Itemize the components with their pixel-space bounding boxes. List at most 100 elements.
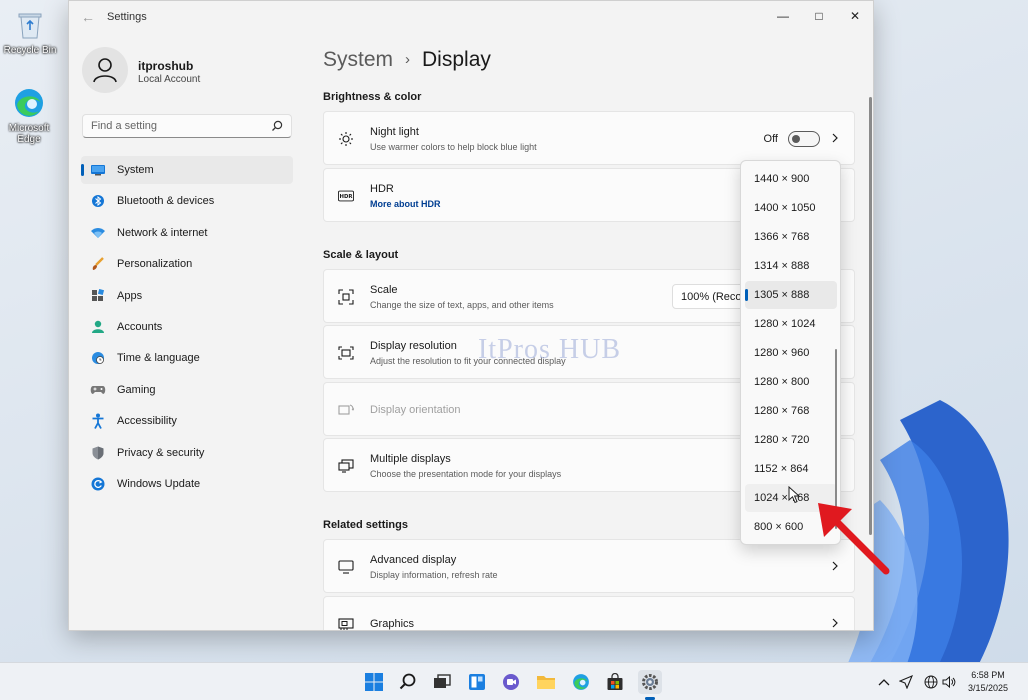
- sidebar-item-label: Bluetooth & devices: [117, 195, 215, 208]
- monitor-icon: [90, 162, 106, 178]
- resolution-option[interactable]: 1280 × 1024: [745, 310, 837, 338]
- edge-icon: [12, 86, 46, 120]
- globe-icon[interactable]: [923, 674, 939, 690]
- resolution-option[interactable]: 1314 × 888: [745, 252, 837, 280]
- volume-icon[interactable]: [941, 674, 957, 690]
- desktop-icon-edge[interactable]: Microsoft Edge: [0, 86, 58, 145]
- chevron-up-icon[interactable]: [876, 674, 892, 690]
- red-arrow-annotation-icon: [818, 503, 890, 575]
- sidebar-item-accounts[interactable]: Accounts: [81, 313, 293, 341]
- back-arrow-icon[interactable]: ←: [81, 9, 97, 25]
- graphics-card-icon: [338, 616, 354, 630]
- sidebar-item-label: Windows Update: [117, 477, 201, 490]
- chevron-right-icon[interactable]: [830, 617, 840, 629]
- sidebar-item-gaming[interactable]: Gaming: [81, 376, 293, 404]
- chat-icon[interactable]: [499, 670, 523, 694]
- apps-icon: [90, 288, 106, 304]
- resolution-option[interactable]: 1440 × 900: [745, 165, 837, 193]
- widgets-icon[interactable]: [465, 670, 489, 694]
- hdr-icon: HDR: [338, 188, 354, 204]
- close-button[interactable]: ✕: [837, 1, 873, 31]
- sidebar-item-label: System: [117, 164, 154, 176]
- store-icon[interactable]: [603, 670, 627, 694]
- accessibility-icon: [90, 413, 106, 430]
- sidebar-item-label: Time & language: [117, 352, 200, 365]
- sidebar-item-time-language[interactable]: Time & language: [81, 344, 293, 372]
- window-title: Settings: [107, 11, 147, 23]
- brightness-icon: [338, 131, 354, 147]
- card-title: Graphics: [370, 618, 415, 630]
- task-view-icon[interactable]: [430, 670, 454, 694]
- wifi-icon: [90, 225, 106, 241]
- breadcrumb-parent[interactable]: System: [323, 48, 393, 71]
- user-profile[interactable]: itproshub Local Account: [82, 47, 200, 93]
- file-explorer-icon[interactable]: [534, 670, 558, 694]
- night-light-toggle[interactable]: [788, 131, 820, 147]
- card-subtitle: Use warmer colors to help block blue lig…: [370, 142, 537, 152]
- resolution-option[interactable]: 1366 × 768: [745, 223, 837, 251]
- sidebar-item-label: Gaming: [117, 383, 156, 396]
- resolution-option[interactable]: 1280 × 800: [745, 368, 837, 396]
- desktop-icon-label: Recycle Bin: [3, 45, 57, 56]
- card-subtitle: Display information, refresh rate: [370, 570, 498, 580]
- resolution-option[interactable]: 1280 × 720: [745, 426, 837, 454]
- search-box: [82, 114, 292, 138]
- search-icon[interactable]: [271, 120, 283, 132]
- resolution-option[interactable]: 1280 × 768: [745, 397, 837, 425]
- sidebar-item-windows-update[interactable]: Windows Update: [81, 470, 293, 498]
- more-about-hdr-link[interactable]: More about HDR: [370, 199, 441, 209]
- maximize-button[interactable]: □: [801, 1, 837, 31]
- gamepad-icon: [90, 382, 106, 398]
- monitor-icon: [338, 559, 354, 575]
- settings-icon[interactable]: [638, 670, 662, 694]
- card-title: Multiple displays: [370, 453, 451, 465]
- desktop-icon-recycle-bin[interactable]: Recycle Bin: [0, 8, 60, 56]
- chevron-right-icon[interactable]: [830, 132, 840, 144]
- resolution-option[interactable]: 1400 × 1050: [745, 194, 837, 222]
- search-input[interactable]: [83, 115, 263, 137]
- start-icon[interactable]: [362, 670, 386, 694]
- location-icon[interactable]: [898, 674, 914, 690]
- resolution-option[interactable]: 1280 × 960: [745, 339, 837, 367]
- clock-date: 3/15/2025: [967, 683, 1009, 693]
- sidebar-item-personalization[interactable]: Personalization: [81, 250, 293, 278]
- profile-name: itproshub: [138, 59, 194, 73]
- breadcrumb-separator: ›: [405, 51, 411, 68]
- card-title: Advanced display: [370, 554, 457, 566]
- sidebar-item-network[interactable]: Network & internet: [81, 219, 293, 247]
- page-title: Display: [422, 48, 491, 71]
- section-header: Brightness & color: [323, 91, 422, 103]
- window-scrollbar[interactable]: [869, 97, 872, 535]
- sidebar-item-label: Apps: [117, 289, 143, 302]
- resolution-icon: [338, 345, 354, 361]
- search-icon[interactable]: [396, 670, 420, 694]
- sidebar-item-system[interactable]: System: [81, 156, 293, 184]
- card-subtitle: Change the size of text, apps, and other…: [370, 300, 554, 310]
- person-icon: [90, 319, 106, 335]
- card-title: Scale: [370, 284, 398, 296]
- edge-icon[interactable]: [569, 670, 593, 694]
- toggle-knob: [792, 135, 800, 143]
- sidebar-item-apps[interactable]: Apps: [81, 282, 293, 310]
- night-light-card[interactable]: Night light Use warmer colors to help bl…: [323, 111, 855, 165]
- watermark: ItPros HUB: [478, 334, 622, 365]
- graphics-card[interactable]: Graphics: [323, 596, 855, 630]
- sidebar-item-privacy[interactable]: Privacy & security: [81, 439, 293, 467]
- scale-icon: [338, 289, 354, 305]
- resolution-option[interactable]: 1152 × 864: [745, 455, 837, 483]
- card-title: HDR: [370, 183, 394, 195]
- sidebar-item-label: Accounts: [117, 320, 163, 333]
- avatar: [82, 47, 128, 93]
- section-header: Related settings: [323, 519, 408, 531]
- card-title: Night light: [370, 126, 419, 138]
- advanced-display-card[interactable]: Advanced display Display information, re…: [323, 539, 855, 593]
- toggle-state-label: Off: [763, 133, 778, 145]
- bluetooth-icon: [90, 193, 106, 209]
- resolution-option-selected[interactable]: 1305 × 888: [745, 281, 837, 309]
- sidebar-item-label: Privacy & security: [117, 446, 205, 459]
- sidebar-item-accessibility[interactable]: Accessibility: [81, 407, 293, 435]
- minimize-button[interactable]: —: [765, 1, 801, 31]
- sidebar-item-bluetooth[interactable]: Bluetooth & devices: [81, 187, 293, 215]
- shield-icon: [90, 445, 106, 461]
- system-clock[interactable]: 6:58 PM 3/15/2025: [960, 669, 1016, 695]
